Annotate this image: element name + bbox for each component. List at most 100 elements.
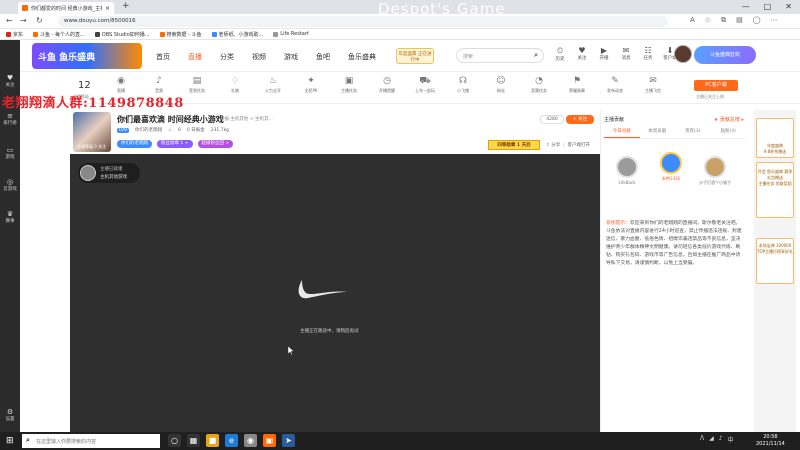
new-tab-button[interactable]: + [122, 1, 130, 11]
forward-icon[interactable]: → [20, 16, 27, 25]
steam-icon[interactable]: ➤ [282, 434, 295, 447]
nav-category[interactable]: 分类 [220, 52, 234, 62]
browser-toolbar-icons: A ☆ ⧉ ▤ ◯ ⋯ [690, 16, 778, 25]
tab-fans[interactable]: 贴粉(4) [711, 128, 747, 138]
ad-season-pack[interactable]: 开会 鱼乐盛典 赛季礼包赠送 主播任务 领取奖励 [756, 162, 794, 218]
nav-home[interactable]: 首页 [156, 52, 170, 62]
promo-badge[interactable]: 四等勋章 1 天后 [488, 140, 540, 150]
sidebar-item-events[interactable]: ♛ 赛事 [0, 210, 20, 224]
user-avatar[interactable] [674, 45, 692, 63]
toolbar-item-checkin[interactable]: ▤ 签到任务 [184, 76, 210, 94]
bookmark-item[interactable]: 斗鱼 - 每个人的直... [33, 31, 85, 38]
search-input[interactable]: 搜索 ⌕ [456, 48, 544, 63]
rank-top-2[interactable]: LifeBack [612, 156, 642, 185]
tab-today[interactable]: 今日贡献 [604, 128, 640, 138]
toolbar-item-pig[interactable]: ☊ 小飞猪 [450, 76, 476, 94]
bookmark-item[interactable]: 京东 [6, 31, 23, 38]
tray-expand-icon[interactable]: ᐱ [700, 435, 704, 444]
clock-time: 20:58 [763, 434, 778, 440]
messages-button[interactable]: ✉ 消息 [618, 46, 634, 62]
toolbar-item-fans[interactable]: ☺ 粉丝 [488, 76, 514, 94]
minimize-button[interactable]: — [742, 2, 750, 11]
anchor-tag[interactable]: 你们的老翔翔 [117, 140, 152, 148]
network-icon[interactable]: ◢ [709, 435, 714, 444]
nav-festival[interactable]: 鱼乐盛典 [348, 52, 376, 62]
nav-yuba[interactable]: 鱼吧 [316, 52, 330, 62]
cortana-icon[interactable]: ○ [168, 434, 181, 447]
maximize-button[interactable]: □ [764, 2, 772, 11]
toolbar-item-pk[interactable]: ✦ 全民PK [298, 76, 324, 94]
toolbar-item-gift[interactable]: ♢ 礼物 [222, 76, 248, 94]
tasks-button[interactable]: ☷ 任务 [640, 46, 656, 62]
file-explorer-icon[interactable]: ■ [206, 434, 219, 447]
nav-games[interactable]: 游戏 [284, 52, 298, 62]
pig-icon: ☊ [459, 76, 467, 86]
ad-festival[interactable]: 年度盛典 9.8秒杀赠送 [756, 118, 794, 158]
douyu-logo[interactable]: 斗鱼 鱼乐盛典 [32, 43, 142, 69]
extensions-icon[interactable]: ⧉ [721, 16, 726, 25]
sidebar-item-rank[interactable]: ≡ 排行榜 [0, 112, 20, 126]
toolbar-item-medal[interactable]: ⚑ 荣耀勋章 [564, 76, 590, 94]
search-icon[interactable]: ⌕ [534, 51, 538, 60]
bookmark-favicon-icon [273, 31, 279, 37]
more-icon[interactable]: ⋯ [771, 16, 778, 25]
tab-vip[interactable]: 贵宾(3) [675, 128, 711, 138]
super-fan-tag[interactable]: 超级粉丝团 > [197, 140, 234, 148]
medal-icon: ⚑ [572, 76, 582, 86]
sidebar-item-settings[interactable]: ⚙ 设置 [0, 408, 20, 422]
taskbar-search-input[interactable]: ⌕ 在这里输入你要搜索的内容 [22, 434, 160, 448]
task-view-icon[interactable]: ▦ [187, 434, 200, 447]
history-button[interactable]: ⏲ 历史 [552, 46, 568, 62]
volume-icon[interactable]: ♪ [719, 435, 723, 444]
rank-total-link[interactable]: ★ 贡献总榜 ▸ [714, 116, 744, 123]
follow-button[interactable]: + 关注 [566, 115, 594, 124]
history-icon: ⏲ [556, 46, 564, 55]
rank-top-3[interactable]: 沙子打酒个小猫子 [699, 156, 731, 186]
edge-icon[interactable]: e [225, 434, 238, 447]
close-window-button[interactable]: ✕ [785, 2, 792, 11]
collections-icon[interactable]: ▤ [736, 16, 743, 25]
fan-medal-tag[interactable]: 粉丝勋章 1 + [157, 140, 193, 148]
anchor-name[interactable]: 你们的老翔翔 [135, 127, 162, 133]
toolbar-item-letter[interactable]: ✉ 主播飞信 [640, 76, 666, 94]
read-aloud-icon[interactable]: A [690, 16, 695, 25]
url-input[interactable]: www.douyu.com/8500016 [58, 16, 668, 27]
bookmark-item[interactable]: 搜索数据 - 斗鱼 [159, 31, 202, 38]
festival-badge[interactable]: 年度盛典 正在进行中 [396, 48, 434, 64]
browser-tab[interactable]: 你们都爱的时间 经典小游戏_主机其他游戏 × [18, 2, 114, 14]
sidebar-item-games[interactable]: ▭ 游戏 [0, 146, 20, 160]
back-icon[interactable]: ← [6, 16, 13, 25]
nav-video[interactable]: 视频 [252, 52, 266, 62]
nav-live[interactable]: 直播 [188, 52, 202, 62]
follow-header-button[interactable]: ♥ 关注 [574, 46, 590, 62]
toolbar-item-anchor-task[interactable]: ▣ 主播任务 [336, 76, 362, 94]
toolbar-item-quiz[interactable]: ◔ 竞猜任务 [526, 76, 552, 94]
ime-icon[interactable]: 中 [728, 435, 734, 444]
tab-close-icon[interactable]: × [105, 5, 110, 12]
share-button[interactable]: ⇪ 分享 ⋮ 客户端打开 [546, 142, 590, 148]
room-category[interactable]: 举报 主机其他 > 主机其... [220, 116, 273, 122]
favorite-icon[interactable]: ☆ [705, 16, 711, 25]
sidebar-item-follow[interactable]: ♥ 关注 [0, 74, 20, 88]
reload-icon[interactable]: ↻ [36, 16, 43, 25]
rank-top-1[interactable]: 朱鸭1416 [656, 152, 686, 182]
toolbar-item-reminder[interactable]: ◷ 开播提醒 [374, 76, 400, 94]
sidebar-item-cloud-game[interactable]: ◎ 云游戏 [0, 178, 20, 192]
taskbar-clock[interactable]: 20:58 2021/11/14 [756, 434, 785, 448]
profile-icon[interactable]: ◯ [753, 16, 761, 25]
toolbar-item-fire[interactable]: ♨ 火力全开 [260, 76, 286, 94]
bookmark-item[interactable]: OBS Studio如何播... [94, 31, 150, 38]
tab-week[interactable]: 本周贡献 [640, 128, 676, 138]
obs-icon[interactable]: ◉ [244, 434, 257, 447]
festival-banner[interactable]: 斗鱼盛典狂欢 [694, 46, 756, 64]
bookmark-item[interactable]: 老师纸、小游戏助... [211, 31, 263, 38]
douyu-icon[interactable]: ▣ [263, 434, 276, 447]
pc-client-button[interactable]: PC客户端 [694, 80, 738, 91]
toolbar-item-post[interactable]: ✎ 发布动态 [602, 76, 628, 94]
checkin-icon: ▤ [192, 76, 202, 86]
windows-start-icon[interactable]: ⊞ [6, 436, 14, 446]
bookmark-item[interactable]: Life Restart [273, 31, 309, 37]
toolbar-item-ride[interactable]: ⛟ 上车一起玩 [412, 76, 438, 94]
start-stream-button[interactable]: ▶ 开播 [596, 46, 612, 62]
ad-treasure[interactable]: 本场宝典 100000 TOP主播打榜享好礼 [756, 238, 794, 284]
